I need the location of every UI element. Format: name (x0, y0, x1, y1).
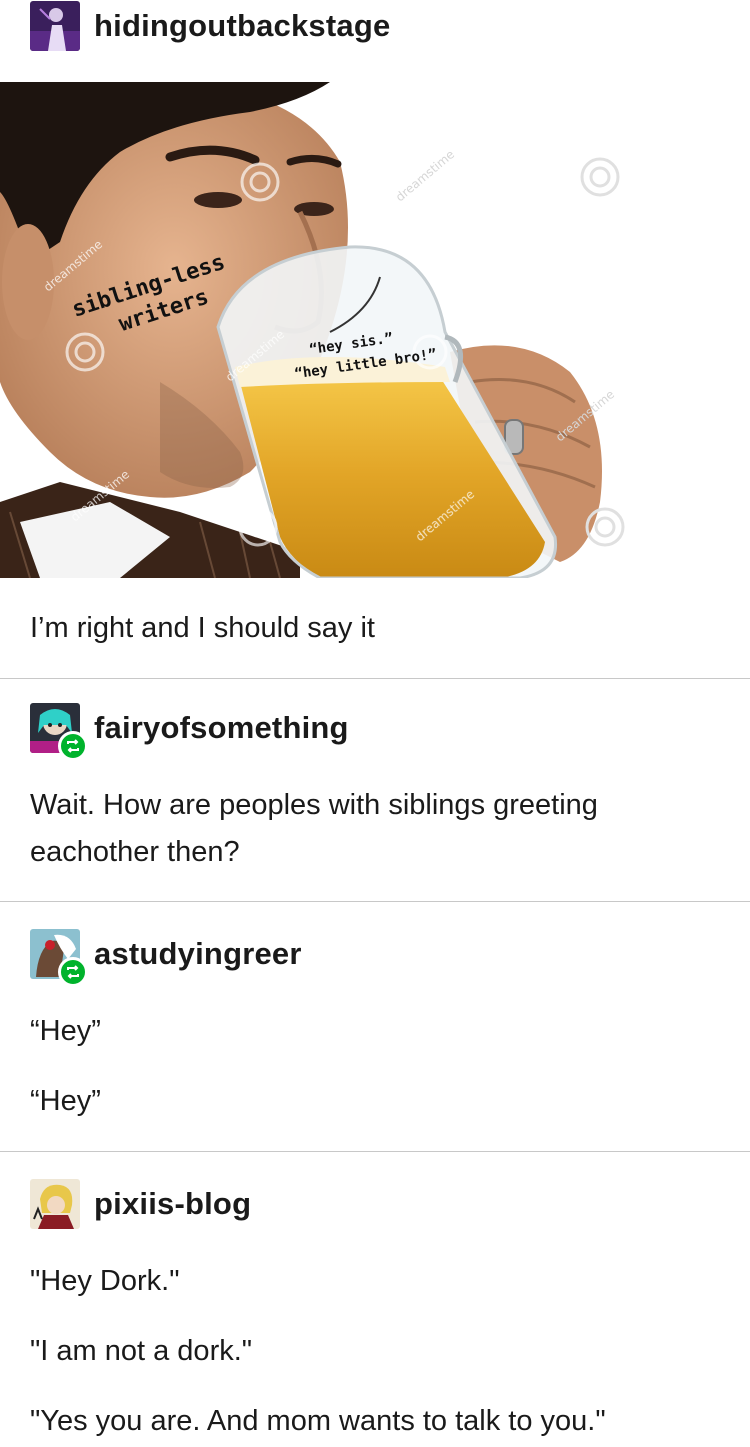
divider (0, 1151, 750, 1152)
post-header: hidingoutbackstage (30, 0, 390, 52)
reblog-icon (58, 957, 88, 987)
post-header: fairyofsomething (30, 702, 349, 761)
post-text: I’m right and I should say it (30, 605, 720, 652)
avatar[interactable] (30, 929, 88, 987)
post-header: pixiis-blog (30, 1178, 251, 1230)
avatar[interactable] (30, 1179, 80, 1229)
post-line: “Hey” (30, 1085, 101, 1117)
divider (0, 901, 750, 902)
post-text: "Hey Dork." "I am not a dork." "Yes you … (30, 1258, 720, 1445)
post-text: Wait. How are peoples with siblings gree… (30, 782, 720, 876)
username[interactable]: astudyingreer (94, 936, 302, 972)
avatar[interactable] (30, 703, 88, 761)
username[interactable]: pixiis-blog (94, 1186, 251, 1222)
post-line: I’m right and I should say it (30, 612, 375, 644)
divider (0, 678, 750, 679)
post-line: "I am not a dork." (30, 1335, 253, 1367)
post-line: "Hey Dork." (30, 1265, 180, 1297)
meme-image: sibling-less writers “hey sis.” “hey lit… (0, 80, 750, 580)
username[interactable]: hidingoutbackstage (94, 8, 390, 44)
avatar[interactable] (30, 1, 80, 51)
username[interactable]: fairyofsomething (94, 710, 349, 746)
post-line: "Yes you are. And mom wants to talk to y… (30, 1405, 606, 1437)
post-line: Wait. How are peoples with siblings gree… (30, 789, 598, 868)
post-text: “Hey” “Hey” (30, 1008, 720, 1125)
post-line: “Hey” (30, 1015, 101, 1047)
reblog-icon (58, 731, 88, 761)
post-header: astudyingreer (30, 928, 302, 987)
